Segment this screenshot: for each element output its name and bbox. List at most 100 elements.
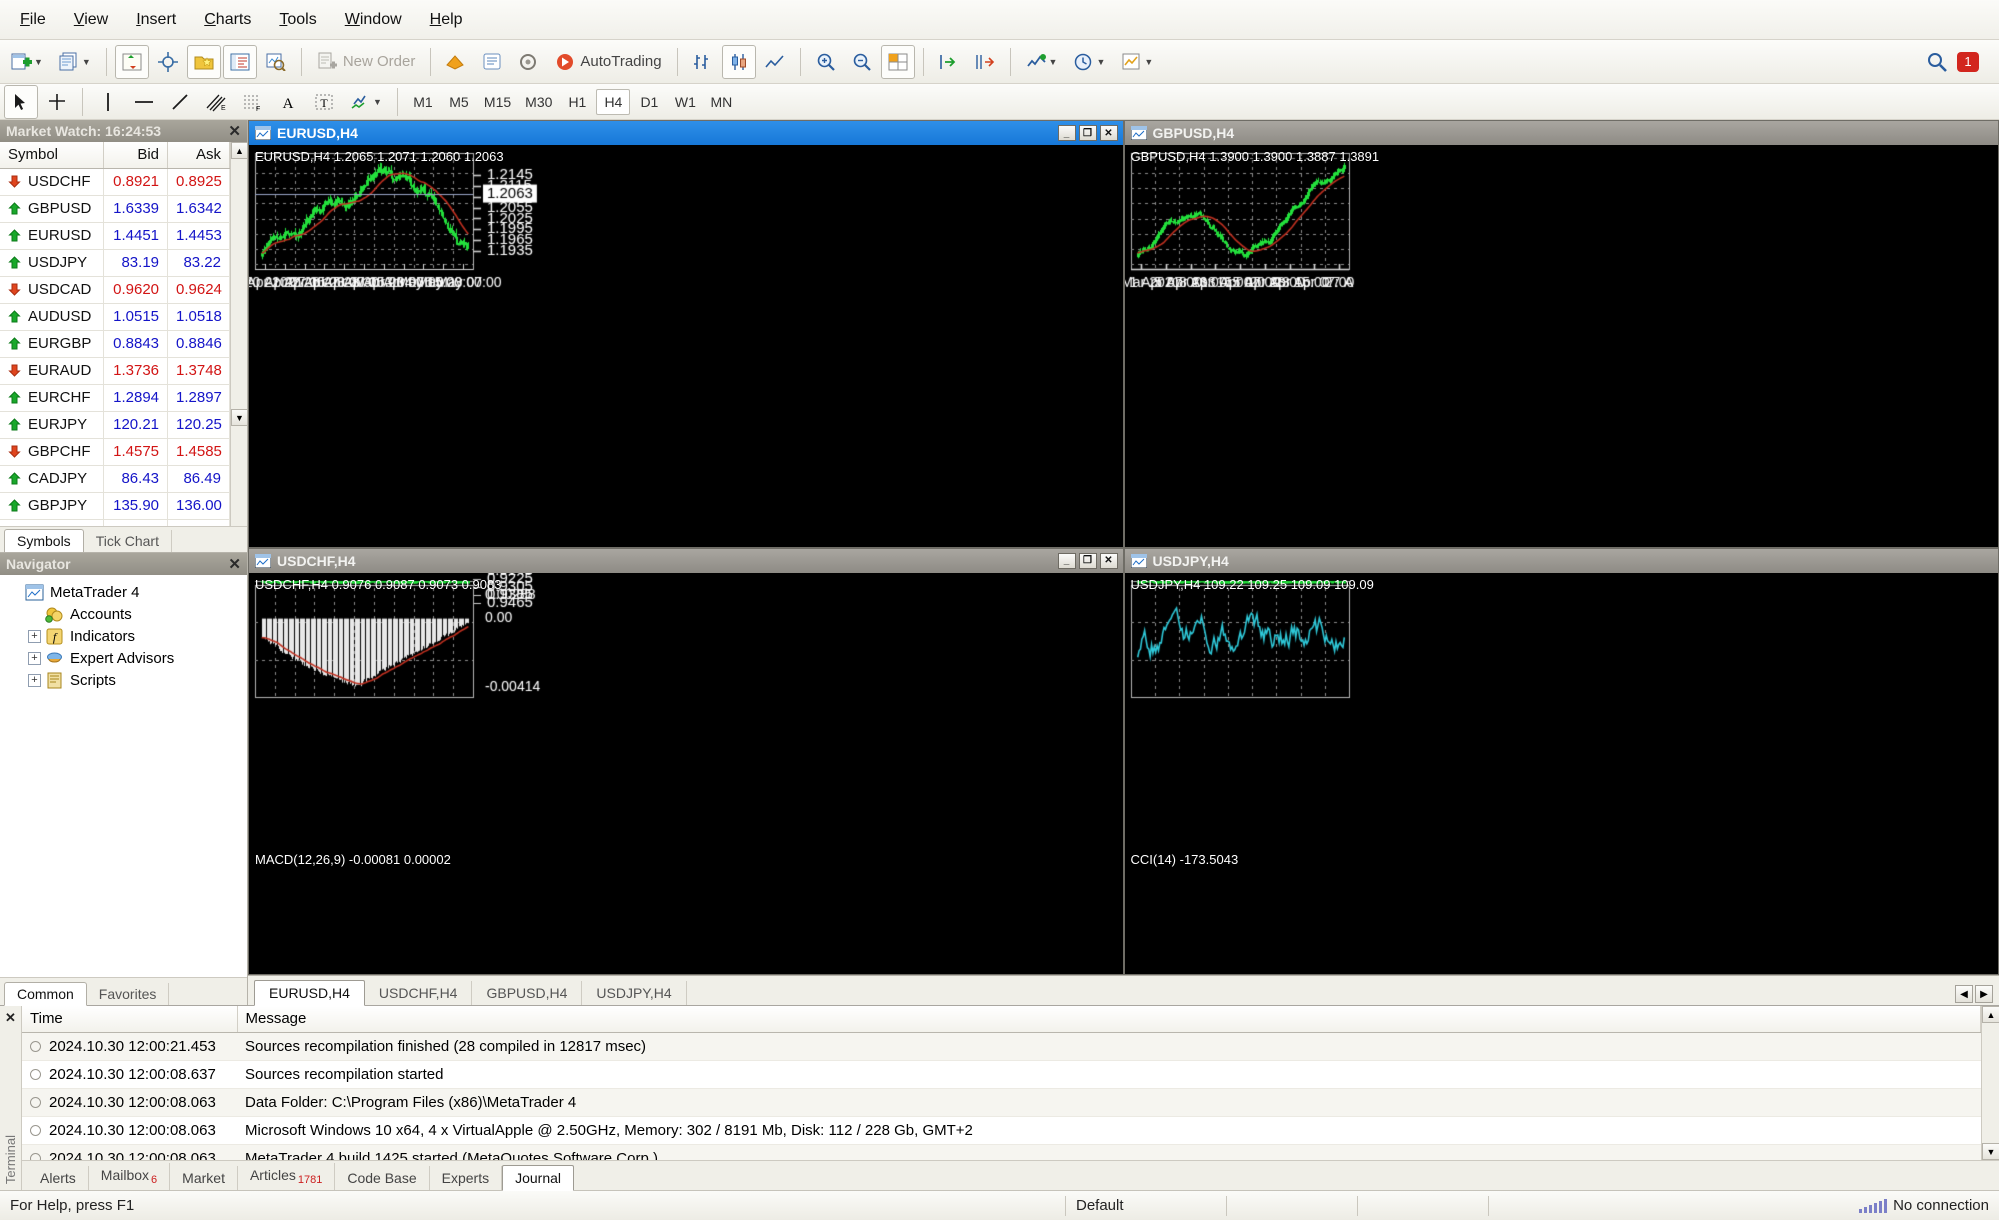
tab-favorites[interactable]: Favorites <box>87 983 170 1005</box>
col-symbol[interactable]: Symbol <box>0 142 104 169</box>
maximize-button[interactable]: ❐ <box>1078 125 1097 141</box>
navigator-item-metatrader-4[interactable]: MetaTrader 4 <box>4 581 243 603</box>
journal-scrollbar[interactable]: ▲ ▼ <box>1981 1006 1999 1160</box>
search-icon[interactable] <box>1925 51 1949 73</box>
autotrading-button[interactable]: AutoTrading <box>547 45 668 79</box>
tab-symbols[interactable]: Symbols <box>4 529 84 553</box>
tree-expander-icon[interactable]: + <box>28 629 41 643</box>
fibonacci-tool-button[interactable]: F <box>235 85 269 119</box>
minimize-button[interactable]: _ <box>1057 552 1076 569</box>
col-message[interactable]: Message <box>237 1006 1981 1033</box>
vertical-line-tool-button[interactable] <box>91 85 125 119</box>
text-tool-button[interactable]: A <box>271 85 305 119</box>
maximize-button[interactable]: ❐ <box>1078 552 1097 569</box>
chart-tab-eurusd[interactable]: EURUSD,H4 <box>254 980 365 1006</box>
templates-dropdown-icon[interactable]: ▼ <box>1144 57 1153 67</box>
chart-shift-button[interactable] <box>968 45 1002 79</box>
journal-row[interactable]: 2024.10.30 12:00:08.063 MetaTrader 4 buil… <box>22 1144 1981 1160</box>
new-chart-button[interactable]: ▼ <box>4 45 50 79</box>
scroll-up-icon[interactable]: ▲ <box>231 142 248 159</box>
chart-window-usdchf[interactable]: USDCHF,H4 _ ❐ ✕ USDCHF,H4 0.9076 0.9087 … <box>248 547 1124 975</box>
terminal-button[interactable] <box>222 44 257 79</box>
menu-view[interactable]: View <box>60 7 122 33</box>
table-row[interactable]: CADJPY 86.43 86.49 <box>0 465 230 493</box>
menu-charts[interactable]: Charts <box>190 7 265 33</box>
navigator-item-indicators[interactable]: + f Indicators <box>4 625 243 647</box>
chart-window-gbpusd[interactable]: GBPUSD,H4 GBPUSD,H4 1.3900 1.3900 1.3887… <box>1123 120 1999 548</box>
market-watch-scrollbar[interactable]: ▲ ▼ <box>230 142 248 526</box>
horizontal-line-tool-button[interactable] <box>127 85 161 119</box>
timeframe-h1[interactable]: H1 <box>560 89 594 115</box>
shapes-dropdown-icon[interactable]: ▼ <box>373 97 382 107</box>
metaeditor-button[interactable] <box>475 45 509 79</box>
chart-tab-gbpusd[interactable]: GBPUSD,H4 <box>472 981 583 1005</box>
terminal-tab-code-base[interactable]: Code Base <box>335 1166 430 1190</box>
status-profile[interactable]: Default <box>1066 1191 1226 1220</box>
profiles-button[interactable]: ▼ <box>52 45 98 79</box>
timeframe-mn[interactable]: MN <box>704 89 738 115</box>
chart-title-usdchf[interactable]: USDCHF,H4 _ ❐ ✕ <box>249 548 1123 573</box>
mql5-community-button[interactable] <box>439 45 473 79</box>
timeframe-m30[interactable]: M30 <box>519 89 558 115</box>
chart-body-gbpusd[interactable]: GBPUSD,H4 1.3900 1.3900 1.3887 1.3891 <box>1124 145 1998 547</box>
col-time[interactable]: Time <box>22 1006 238 1033</box>
cursor-tool-button[interactable] <box>4 84 38 119</box>
terminal-tab-alerts[interactable]: Alerts <box>28 1166 89 1190</box>
new-chart-dropdown-icon[interactable]: ▼ <box>34 57 43 67</box>
col-bid[interactable]: Bid <box>103 142 169 169</box>
table-row[interactable]: GBPUSD 1.6339 1.6342 <box>0 195 230 223</box>
chart-tab-usdchf[interactable]: USDCHF,H4 <box>365 981 473 1005</box>
menu-tools[interactable]: Tools <box>265 7 330 33</box>
notifications-badge[interactable]: 1 <box>1955 50 1981 74</box>
chart-canvas-usdchf[interactable] <box>249 572 549 723</box>
periods-dropdown-icon[interactable]: ▼ <box>1096 57 1105 67</box>
text-label-tool-button[interactable]: T <box>307 85 341 119</box>
table-row[interactable]: EURJPY 120.21 120.25 <box>0 411 230 439</box>
tab-common[interactable]: Common <box>4 982 87 1006</box>
journal-row[interactable]: 2024.10.30 12:00:08.637 Sources recompila… <box>22 1060 1981 1089</box>
chart-body-usdjpy[interactable]: USDJPY,H4 109.22 109.25 109.09 109.09 CC… <box>1124 572 1998 974</box>
market-watch-close-icon[interactable]: ✕ <box>228 122 247 140</box>
chart-canvas-eurusd[interactable] <box>249 145 549 295</box>
table-row[interactable]: USDCAD 0.9620 0.9624 <box>0 276 230 304</box>
timeframe-m15[interactable]: M15 <box>478 89 517 115</box>
menu-insert[interactable]: Insert <box>122 7 190 33</box>
strategy-tester-button[interactable] <box>259 45 293 79</box>
table-row[interactable]: GBPJPY 135.90 136.00 <box>0 492 230 520</box>
crosshair-button[interactable] <box>151 45 185 79</box>
table-row[interactable]: USDJPY 83.19 83.22 <box>0 249 230 277</box>
menu-help[interactable]: Help <box>416 7 477 33</box>
chart-title-gbpusd[interactable]: GBPUSD,H4 <box>1124 121 1998 145</box>
timeframe-m5[interactable]: M5 <box>442 89 476 115</box>
terminal-close-icon[interactable]: ✕ <box>5 1010 16 1026</box>
terminal-tab-market[interactable]: Market <box>170 1166 238 1190</box>
close-button[interactable]: ✕ <box>1099 125 1118 141</box>
chart-window-eurusd[interactable]: EURUSD,H4 _ ❐ ✕ EURUSD,H4 1.2065 1.2071 … <box>248 120 1124 548</box>
tree-expander-icon[interactable]: + <box>28 673 41 687</box>
chart-canvas-usdjpy[interactable] <box>1124 572 1425 723</box>
table-row[interactable]: USDCHF 0.8921 0.8925 <box>0 168 230 196</box>
journal-scroll-down-icon[interactable]: ▼ <box>1982 1143 1999 1160</box>
timeframe-d1[interactable]: D1 <box>632 89 666 115</box>
table-row[interactable]: EURCHF 1.2894 1.2897 <box>0 384 230 412</box>
terminal-tab-journal[interactable]: Journal <box>502 1165 575 1191</box>
menu-file[interactable]: FFileile <box>6 7 60 33</box>
navigator-item-scripts[interactable]: + Scripts <box>4 669 243 691</box>
journal-row[interactable]: 2024.10.30 12:00:08.063 Microsoft Windows… <box>22 1116 1981 1145</box>
bar-chart-button[interactable] <box>686 45 720 79</box>
table-row[interactable]: AUDUSD 1.0515 1.0518 <box>0 303 230 331</box>
tab-tick-chart[interactable]: Tick Chart <box>84 530 172 552</box>
table-row[interactable]: GBPCHF 1.4575 1.4585 <box>0 438 230 466</box>
auto-scroll-button[interactable] <box>932 45 966 79</box>
terminal-tab-experts[interactable]: Experts <box>430 1166 503 1190</box>
chart-canvas-gbpusd[interactable] <box>1124 145 1425 295</box>
chart-window-usdjpy[interactable]: USDJPY,H4 USDJPY,H4 109.22 109.25 109.09… <box>1123 547 1999 975</box>
minimize-button[interactable]: _ <box>1057 125 1076 141</box>
equidistant-channel-tool-button[interactable]: E <box>199 85 233 119</box>
zoom-in-button[interactable] <box>809 45 843 79</box>
templates-button[interactable]: ▼ <box>1114 45 1160 79</box>
chart-tab-next-icon[interactable]: ▶ <box>1975 985 1993 1003</box>
new-order-button[interactable]: New Order <box>310 45 423 79</box>
zoom-out-button[interactable] <box>845 45 879 79</box>
crosshair-tool-button[interactable] <box>40 85 74 119</box>
